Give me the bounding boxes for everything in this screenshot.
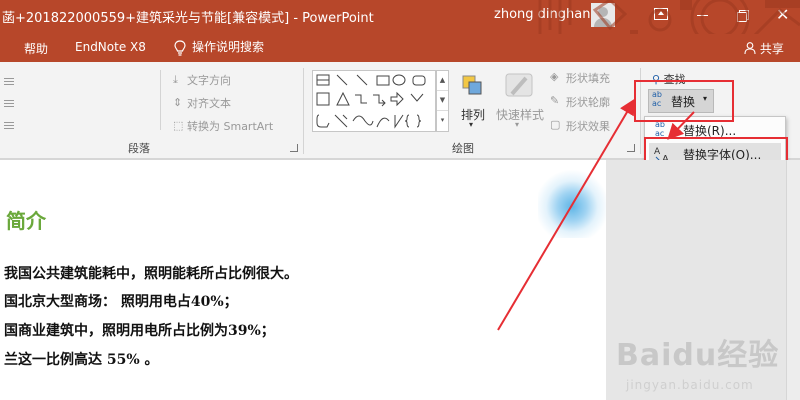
annotation-arrow-short [667,111,695,140]
baidu-watermark: Baidu经验 jingyan.baidu.com [612,320,792,398]
watermark-url: jingyan.baidu.com [626,378,754,392]
watermark-logo: Baidu经验 [616,338,780,373]
annotation-arrow-long [497,98,636,331]
